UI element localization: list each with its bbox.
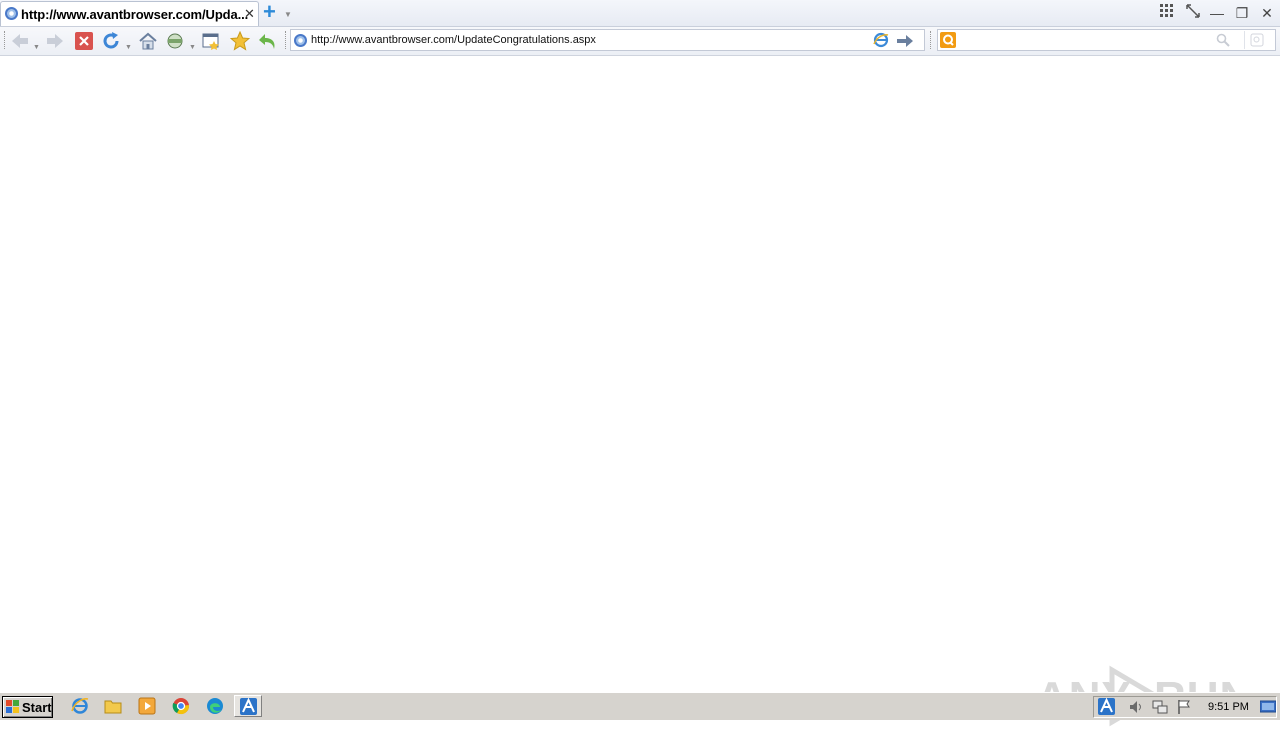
address-input[interactable]: http://www.avantbrowser.com/UpdateCongra… [311,34,596,46]
grip [930,31,933,49]
chevron-down-icon[interactable]: ▼ [33,44,40,51]
taskbar-item-avant-browser[interactable] [234,695,262,717]
avant-tray-icon[interactable] [1098,697,1115,720]
show-desktop-icon[interactable] [1259,700,1277,719]
chevron-down-icon[interactable]: ▼ [284,10,292,19]
ie-engine-icon[interactable] [873,32,889,53]
search-options-icon[interactable] [1250,33,1264,52]
grip [4,31,7,49]
start-label: Start [22,700,52,715]
globe-icon [5,7,18,20]
address-bar[interactable]: http://www.avantbrowser.com/UpdateCongra… [290,29,925,51]
fullscreen-icon[interactable] [1184,4,1202,22]
new-tab-button[interactable]: + [263,1,281,23]
ie-icon[interactable] [71,697,89,715]
undo-icon[interactable] [258,31,278,51]
search-icon[interactable] [1216,33,1230,52]
chrome-icon[interactable] [172,697,190,715]
flag-icon[interactable] [1176,699,1192,720]
restore-button[interactable]: ❐ [1233,4,1251,22]
favorites-star-icon[interactable] [229,30,251,51]
tab-bar: http://www.avantbrowser.com/Upda... ✕ + … [0,0,1280,27]
stop-icon[interactable] [74,31,94,51]
windows-logo-icon [6,700,20,719]
window-close-button[interactable]: ✕ [1258,4,1276,22]
chevron-down-icon[interactable]: ▼ [189,44,196,51]
page-star-icon[interactable] [201,31,221,51]
search-box[interactable] [937,29,1276,51]
taskbar: Start 9:51 PM [0,692,1280,720]
grip [285,31,288,49]
home-icon[interactable] [138,31,158,51]
network-icon[interactable] [1152,699,1168,720]
back-icon[interactable] [10,31,30,51]
volume-icon[interactable] [1128,699,1144,720]
edge-icon[interactable] [206,697,224,715]
forward-icon[interactable] [45,31,65,51]
folder-icon[interactable] [104,697,122,715]
media-player-icon[interactable] [138,697,156,715]
system-tray [1093,696,1277,718]
minimize-button[interactable]: — [1208,4,1226,22]
globe-icon [294,34,307,47]
go-arrow-icon[interactable] [895,31,915,51]
page-content: ANY RUN [0,56,1280,727]
clock: 9:51 PM [1208,701,1249,713]
tab-close-button[interactable]: ✕ [244,6,255,22]
tab-active[interactable]: http://www.avantbrowser.com/Upda... ✕ [0,1,259,26]
apps-grid-icon[interactable] [1158,4,1176,22]
divider [1244,31,1245,49]
search-engine-icon[interactable] [940,32,956,53]
refresh-icon[interactable] [101,31,121,51]
toolbar: ▼ ▼ ▼ http://www.avantbrowser.com/Update… [0,27,1280,56]
tab-title: http://www.avantbrowser.com/Upda... [21,7,249,22]
start-button[interactable]: Start [2,696,53,718]
chevron-down-icon[interactable]: ▼ [125,44,132,51]
globe-tools-icon[interactable] [165,31,185,51]
